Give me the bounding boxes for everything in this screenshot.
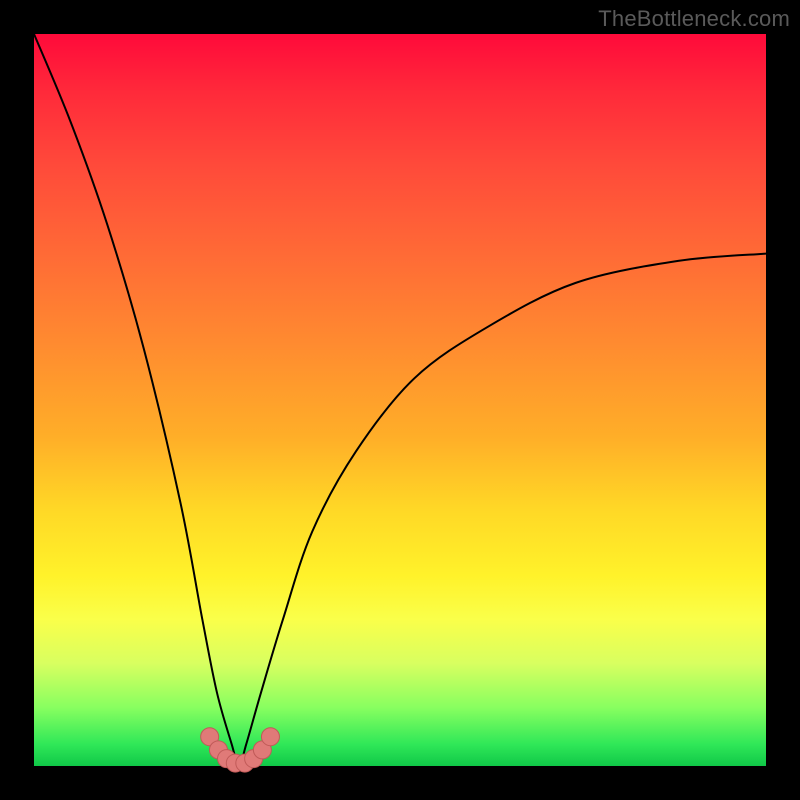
chart-frame: TheBottleneck.com — [0, 0, 800, 800]
optimal-zone-markers — [201, 728, 280, 772]
marker-dot — [261, 728, 279, 746]
bottleneck-curve — [34, 34, 766, 766]
plot-area — [34, 34, 766, 766]
bottleneck-curve-svg — [34, 34, 766, 766]
watermark-text: TheBottleneck.com — [598, 6, 790, 32]
